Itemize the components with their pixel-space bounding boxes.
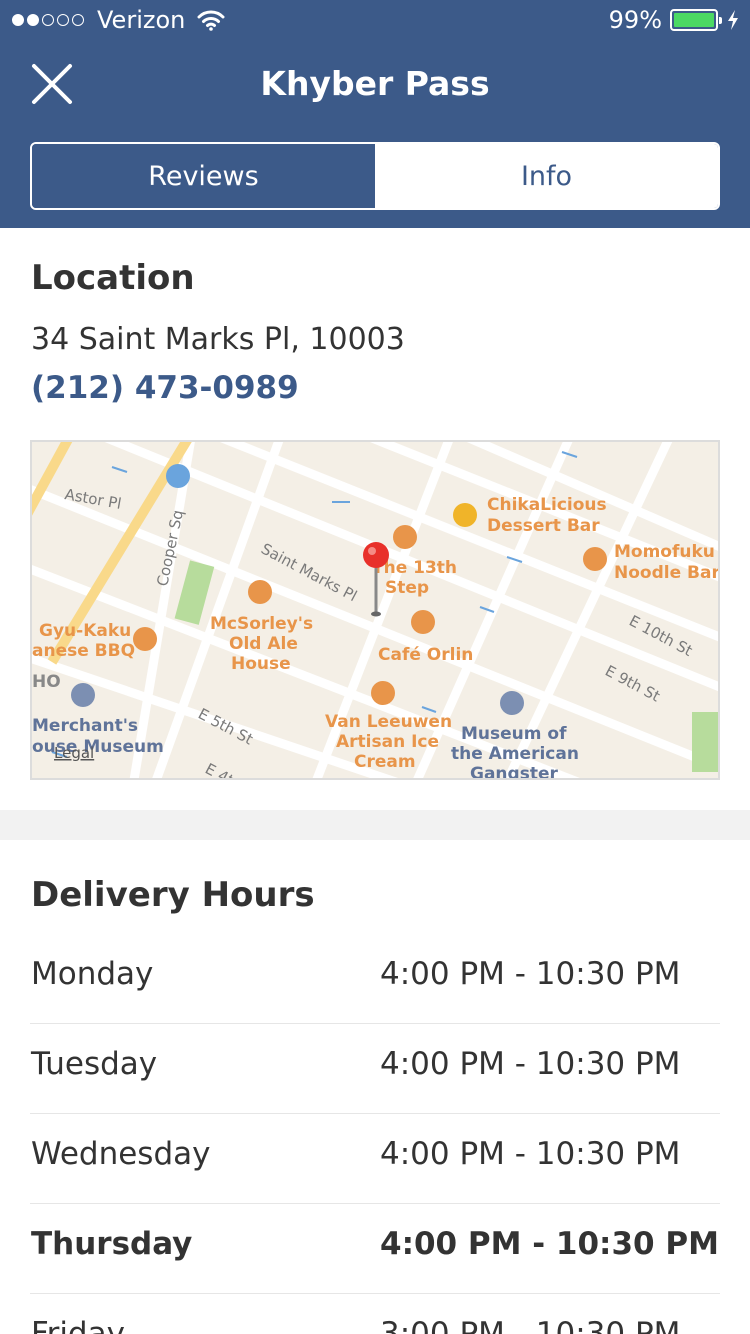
location-heading: Location	[31, 258, 195, 298]
segmented-control: Reviews Info	[30, 142, 720, 210]
address-text: 34 Saint Marks Pl, 10003	[31, 322, 405, 357]
svg-text:McSorley's: McSorley's	[210, 614, 313, 634]
status-bar: Verizon 99%	[0, 0, 750, 40]
svg-text:Café Orlin: Café Orlin	[378, 645, 473, 665]
battery-fill	[674, 13, 714, 27]
svg-text:ouse Museum: ouse Museum	[32, 737, 164, 757]
svg-text:Merchant's: Merchant's	[32, 716, 138, 736]
map-legal-link: Legal	[54, 744, 94, 762]
battery-icon	[670, 9, 722, 31]
page-title: Khyber Pass	[260, 64, 490, 103]
svg-text:Gangster: Gangster	[470, 764, 558, 780]
svg-text:Momofuku: Momofuku	[614, 542, 715, 562]
battery-tip	[719, 17, 722, 24]
status-right: 99%	[609, 6, 740, 34]
hours-row-wednesday: Wednesday 4:00 PM - 10:30 PM	[30, 1114, 720, 1204]
hours-time: 4:00 PM - 10:30 PM	[380, 1136, 681, 1172]
hours-row-monday: Monday 4:00 PM - 10:30 PM	[30, 934, 720, 1024]
signal-strength-icon	[12, 14, 87, 26]
status-left: Verizon	[12, 6, 225, 34]
tab-info[interactable]: Info	[375, 144, 718, 208]
tab-reviews[interactable]: Reviews	[32, 144, 375, 208]
svg-text:House: House	[231, 654, 291, 674]
delivery-hours-heading: Delivery Hours	[31, 875, 315, 915]
signal-dot	[42, 14, 54, 26]
svg-text:anese BBQ: anese BBQ	[32, 641, 135, 661]
signal-dot	[57, 14, 69, 26]
carrier-name: Verizon	[97, 6, 186, 34]
map-view[interactable]: Astor Pl Cooper Sq Saint Marks Pl E 10th…	[30, 440, 720, 780]
phone-link[interactable]: (212) 473-0989	[31, 370, 299, 406]
close-icon[interactable]	[26, 58, 78, 110]
hours-day: Friday	[31, 1316, 125, 1334]
signal-dot	[27, 14, 39, 26]
map-label: ChikaLicious	[487, 495, 607, 515]
nav-bar: Khyber Pass	[0, 40, 750, 128]
battery-percent: 99%	[608, 6, 662, 34]
hours-day: Tuesday	[31, 1046, 158, 1082]
bolt-icon	[728, 10, 738, 30]
svg-text:Old Ale: Old Ale	[229, 634, 298, 654]
svg-text:Cream: Cream	[354, 752, 416, 772]
svg-text:Dessert Bar: Dessert Bar	[487, 516, 600, 536]
svg-text:Artisan Ice: Artisan Ice	[336, 732, 439, 752]
svg-text:HO: HO	[32, 672, 61, 692]
svg-text:Step: Step	[385, 578, 429, 598]
header: Verizon 99% Khyber Pass Reviews Info	[0, 0, 750, 228]
svg-text:Museum of: Museum of	[461, 724, 567, 744]
hours-day: Wednesday	[31, 1136, 211, 1172]
hours-row-friday: Friday 3:00 PM - 10:30 PM	[30, 1294, 720, 1334]
wifi-icon	[197, 10, 225, 31]
svg-text:Van Leeuwen: Van Leeuwen	[325, 712, 452, 732]
hours-day: Thursday	[31, 1226, 193, 1262]
section-divider	[0, 810, 750, 840]
hours-time: 4:00 PM - 10:30 PM	[380, 956, 681, 992]
map-canvas: Astor Pl Cooper Sq Saint Marks Pl E 10th…	[32, 442, 720, 780]
hours-time: 4:00 PM - 10:30 PM	[380, 1046, 681, 1082]
svg-text:Noodle Bar: Noodle Bar	[614, 563, 720, 583]
signal-dot	[72, 14, 84, 26]
hours-time: 3:00 PM - 10:30 PM	[380, 1316, 681, 1334]
hours-day: Monday	[31, 956, 154, 992]
svg-text:Gyu-Kaku: Gyu-Kaku	[39, 621, 131, 641]
hours-time: 4:00 PM - 10:30 PM	[380, 1226, 719, 1262]
hours-row-tuesday: Tuesday 4:00 PM - 10:30 PM	[30, 1024, 720, 1114]
signal-dot	[12, 14, 24, 26]
hours-row-thursday: Thursday 4:00 PM - 10:30 PM	[30, 1204, 720, 1294]
svg-text:the American: the American	[451, 744, 579, 764]
